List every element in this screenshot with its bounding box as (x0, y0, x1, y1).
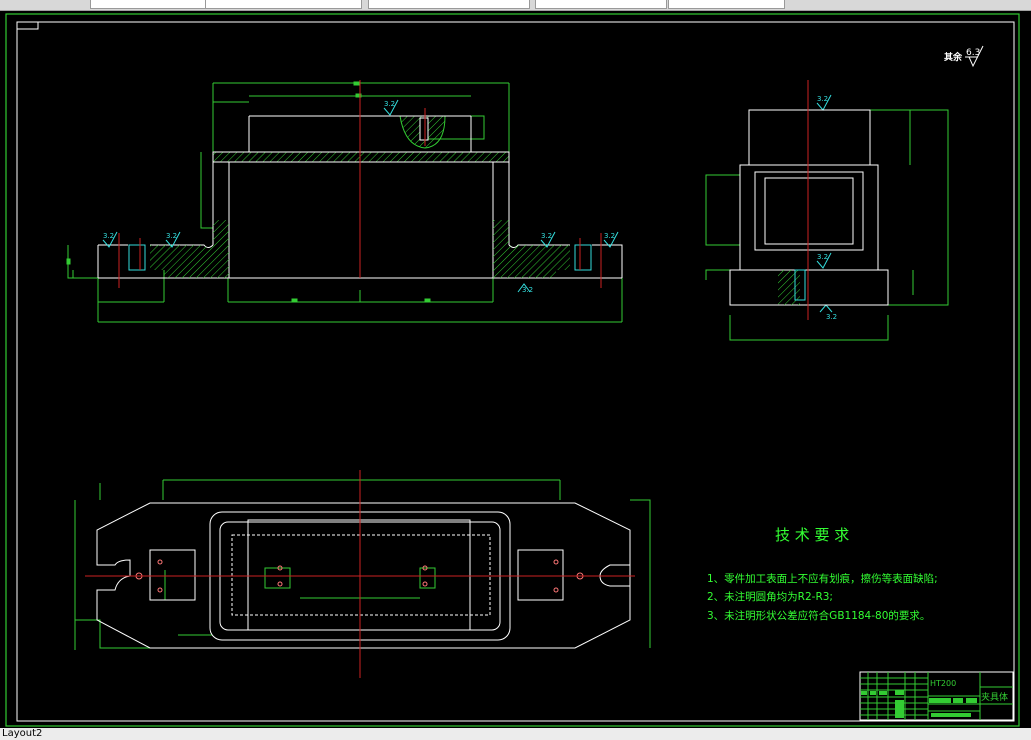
roughness-mark: 3.2 (817, 253, 828, 261)
corner-tag (16, 21, 39, 30)
roughness-note-label: 其余 (944, 51, 963, 63)
roughness-mark: 3.2 (826, 313, 837, 321)
drawing-canvas[interactable]: 其余 6.3 3.2 3.2 3.2 3.2 3.2 3.2 3.2 3.2 3… (0, 10, 1031, 728)
roughness-mark: 3.2 (541, 232, 552, 240)
roughness-mark: 3.2 (166, 232, 177, 240)
tech-requirements-title: 技 术 要 求 (775, 526, 849, 544)
top-view (74, 470, 651, 678)
toolbar-field[interactable] (205, 0, 362, 9)
tech-requirement-item: 3、未注明形状公差应符合GB1184-80的要求。 (707, 609, 930, 622)
toolbar-field[interactable] (368, 0, 530, 9)
tech-requirement-item: 1、零件加工表面上不应有划痕，擦伤等表面缺陷; (707, 572, 938, 585)
side-view (705, 80, 949, 341)
tech-requirements: 技 术 要 求 1、零件加工表面上不应有划痕，擦伤等表面缺陷; 2、未注明圆角均… (707, 526, 938, 622)
toolbar-field[interactable] (668, 0, 785, 9)
front-view (66, 80, 623, 323)
roughness-mark: 3.2 (604, 232, 615, 240)
title-block-part-name: 夹具体 (981, 691, 1008, 703)
tech-requirement-item: 2、未注明圆角均为R2-R3; (707, 590, 833, 603)
title-block: HT200 夹具体 (859, 671, 1014, 721)
roughness-note: 其余 6.3 (944, 45, 984, 68)
roughness-mark: 3.2 (817, 95, 828, 103)
roughness-mark: 3.2 (522, 286, 533, 294)
toolbar-field[interactable] (535, 0, 667, 9)
status-bar: Layout2 (0, 728, 1031, 740)
roughness-mark: 3.2 (384, 100, 395, 108)
layout-tab[interactable]: Layout2 (0, 728, 42, 740)
title-block-material: HT200 (930, 679, 956, 688)
roughness-mark: 3.2 (103, 232, 114, 240)
